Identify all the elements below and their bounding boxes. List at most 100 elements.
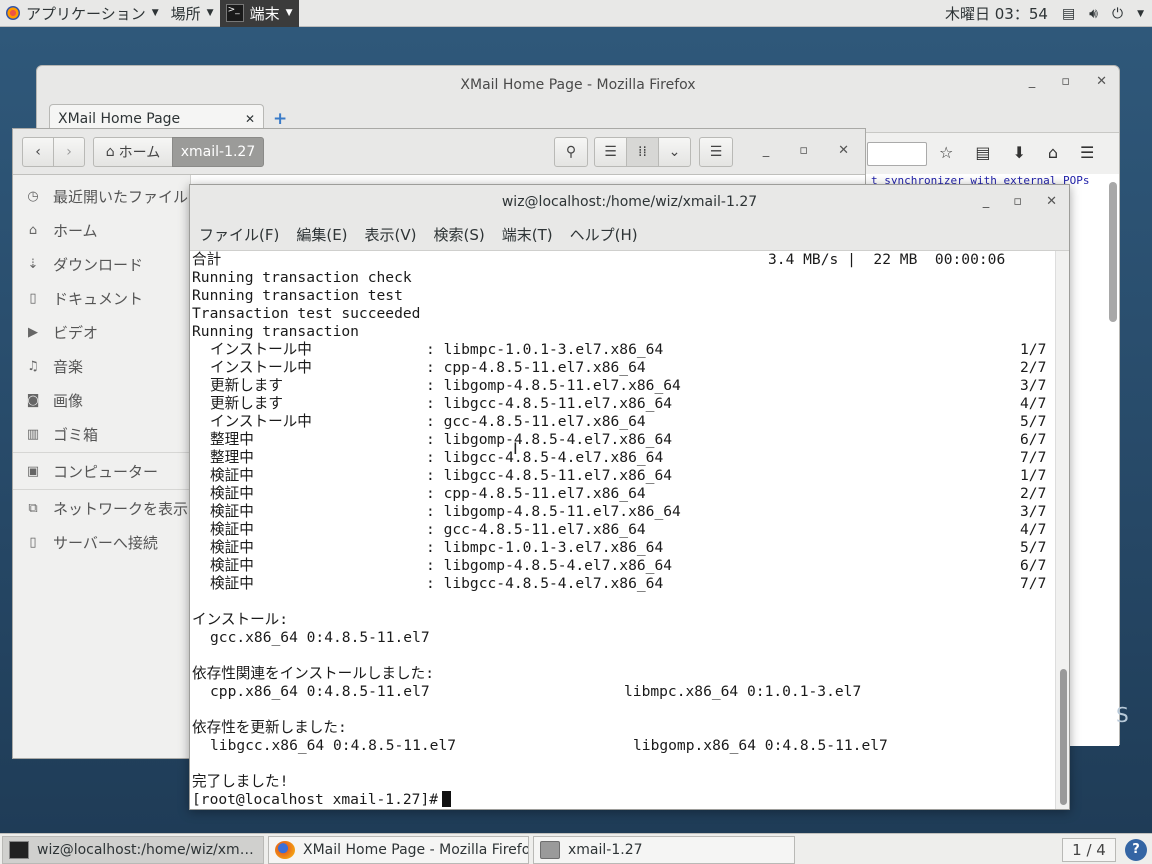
transaction-row: 検証中: libmpc-1.0.1-3.el7.x86_64 5/7 (191, 539, 1055, 557)
transaction-action: インストール中 (210, 341, 312, 358)
task-files[interactable]: xmail-1.27 (533, 836, 795, 864)
terminal-app-menu[interactable]: >_ 端末 ▼ (219, 0, 299, 27)
menu-terminal[interactable]: 端末(T) (502, 224, 553, 245)
terminal-line: libgcc.x86_64 0:4.8.5-11.el7 libgomp.x86… (191, 737, 1055, 755)
transaction-progress: 2/7 (1020, 485, 1047, 502)
deps-updated-header: 依存性を更新しました: (192, 719, 347, 736)
power-icon[interactable]: ⏻ (1112, 6, 1123, 22)
sidebar-item-videos[interactable]: ▶ ビデオ (13, 315, 190, 349)
firefox-scrollbar[interactable] (1109, 182, 1117, 322)
transaction-action: 検証中 (210, 575, 254, 592)
new-tab-button[interactable]: + (273, 109, 287, 129)
download-icon[interactable]: ⬇ (1012, 143, 1025, 162)
menu-button[interactable]: ☰ (699, 137, 733, 167)
firefox-search-input[interactable] (867, 142, 927, 166)
hamburger-menu-icon[interactable]: ☰ (1080, 143, 1094, 162)
reading-list-icon[interactable]: ▤ (975, 143, 990, 162)
task-terminal[interactable]: wiz@localhost:/home/wiz/xmail-1.27 (2, 836, 264, 864)
maximize-button[interactable]: ▫ (1061, 74, 1070, 89)
firefox-tab-label: XMail Home Page (58, 110, 181, 127)
terminal-menubar: ファイル(F) 編集(E) 表示(V) 検索(S) 端末(T) ヘルプ(H) (190, 219, 1069, 251)
sidebar-item-trash[interactable]: ▥ ゴミ箱 (13, 417, 190, 451)
sidebar-item-music[interactable]: ♫ 音楽 (13, 349, 190, 383)
transaction-action: 整理中 (210, 449, 254, 466)
files-sidebar: ◷ 最近開いたファイル ⌂ ホーム ⇣ ダウンロード ▯ ドキュメント ▶ ビデオ ♫ 音楽… (13, 175, 191, 758)
dependency-package: libmpc.x86_64 0:1.0.1-3.el7 (624, 683, 862, 700)
transaction-action: 整理中 (210, 431, 254, 448)
computer-icon: ▣ (26, 463, 40, 479)
music-icon: ♫ (27, 358, 39, 374)
transaction-row: 検証中: libgcc-4.8.5-11.el7.x86_64 1/7 (191, 467, 1055, 485)
terminal-scrollbar-thumb[interactable] (1060, 669, 1067, 805)
volume-icon[interactable]: 🔊︎ (1089, 6, 1098, 22)
sidebar-item-network[interactable]: ⧉ ネットワークを表示 (13, 491, 190, 525)
task-firefox[interactable]: XMail Home Page - Mozilla Firefox (268, 836, 529, 864)
sidebar-item-home[interactable]: ⌂ ホーム (13, 213, 190, 247)
dependency-package: cpp.x86_64 0:4.8.5-11.el7 (210, 683, 430, 700)
terminal-window: wiz@localhost:/home/wiz/xmail-1.27 _ ▫ ✕… (189, 184, 1070, 810)
path-current-button[interactable]: xmail-1.27 (172, 137, 264, 167)
terminal-line: cpp.x86_64 0:4.8.5-11.el7 libmpc.x86_64 … (191, 683, 1055, 701)
terminal-line: Running transaction (191, 323, 1055, 341)
transaction-row: 検証中: cpp-4.8.5-11.el7.x86_64 2/7 (191, 485, 1055, 503)
sidebar-item-label: ゴミ箱 (53, 425, 99, 444)
menu-help[interactable]: ヘルプ(H) (570, 224, 638, 245)
path-home-button[interactable]: ⌂ ホーム (93, 137, 173, 167)
help-icon[interactable]: ? (1125, 839, 1147, 861)
maximize-button[interactable]: ▫ (1013, 194, 1022, 209)
minimize-button[interactable]: _ (763, 143, 770, 158)
terminal-output[interactable]: 合計 3.4 MB/s | 22 MB 00:00:06 Running tra… (191, 251, 1055, 809)
grid-view-button[interactable]: ⁞⁞ (626, 137, 659, 167)
search-button[interactable]: ⚲ (554, 137, 588, 167)
sidebar-item-downloads[interactable]: ⇣ ダウンロード (13, 247, 190, 281)
workspace-indicator[interactable]: 1 / 4 (1062, 838, 1116, 862)
applications-menu[interactable]: アプリケーション ▼ (0, 0, 165, 27)
terminal-scrollbar[interactable] (1055, 251, 1069, 809)
sidebar-item-recent[interactable]: ◷ 最近開いたファイル (13, 179, 190, 213)
transaction-action: 検証中 (210, 557, 254, 574)
transaction-action: 検証中 (210, 503, 254, 520)
close-button[interactable]: ✕ (1046, 194, 1057, 209)
home-icon[interactable]: ⌂ (1048, 143, 1058, 162)
summary-stats: 3.4 MB/s | 22 MB 00:00:06 (768, 251, 1006, 268)
transaction-action: 検証中 (210, 485, 254, 502)
video-icon: ▶ (28, 324, 38, 340)
trash-icon: ▥ (26, 426, 40, 442)
sidebar-item-connect-server[interactable]: ▯ サーバーへ接続 (13, 525, 190, 559)
close-button[interactable]: ✕ (838, 143, 849, 158)
tab-close-icon[interactable]: ✕ (245, 112, 255, 126)
list-view-button[interactable]: ☰ (594, 137, 627, 167)
transaction-package: : libgomp-4.8.5-11.el7.x86_64 (426, 377, 681, 394)
places-menu[interactable]: 場所 ▼ (165, 0, 220, 27)
sidebar-item-computer[interactable]: ▣ コンピューター (13, 454, 190, 488)
chevron-down-icon: ▼ (151, 8, 159, 18)
home-icon: ⌂ (105, 144, 115, 160)
clock[interactable]: 木曜日 03：54 (945, 3, 1048, 24)
minimize-button[interactable]: _ (1029, 74, 1036, 89)
minimize-button[interactable]: _ (983, 194, 990, 209)
transaction-action: 検証中 (210, 467, 254, 484)
search-icon: ⚲ (565, 144, 577, 160)
transaction-row: 検証中: libgomp-4.8.5-4.el7.x86_64 6/7 (191, 557, 1055, 575)
sidebar-item-documents[interactable]: ▯ ドキュメント (13, 281, 190, 315)
terminal-text: Running transaction check (192, 269, 412, 286)
sidebar-item-label: ダウンロード (53, 255, 144, 274)
menu-view[interactable]: 表示(V) (365, 224, 417, 245)
terminal-prompt-line[interactable]: [root@localhost xmail-1.27]# (191, 791, 1055, 809)
system-menu-chevron-icon[interactable]: ▼ (1137, 9, 1144, 19)
bookmark-star-icon[interactable]: ☆ (939, 143, 953, 162)
transaction-package: : libgomp-4.8.5-4.el7.x86_64 (426, 431, 673, 448)
network-wired-icon[interactable]: ▤ (1062, 6, 1075, 22)
view-options-button[interactable]: ⌄ (658, 137, 691, 167)
menu-search[interactable]: 検索(S) (434, 224, 485, 245)
close-button[interactable]: ✕ (1096, 74, 1107, 89)
sidebar-item-pictures[interactable]: ◙ 画像 (13, 383, 190, 417)
maximize-button[interactable]: ▫ (799, 143, 808, 158)
bottom-taskbar: wiz@localhost:/home/wiz/xmail-1.27 XMail… (0, 833, 1152, 864)
menu-edit[interactable]: 編集(E) (296, 224, 347, 245)
forward-button[interactable]: › (53, 137, 85, 167)
transaction-row: 検証中: gcc-4.8.5-11.el7.x86_64 4/7 (191, 521, 1055, 539)
menu-file[interactable]: ファイル(F) (199, 224, 279, 245)
back-button[interactable]: ‹ (22, 137, 54, 167)
